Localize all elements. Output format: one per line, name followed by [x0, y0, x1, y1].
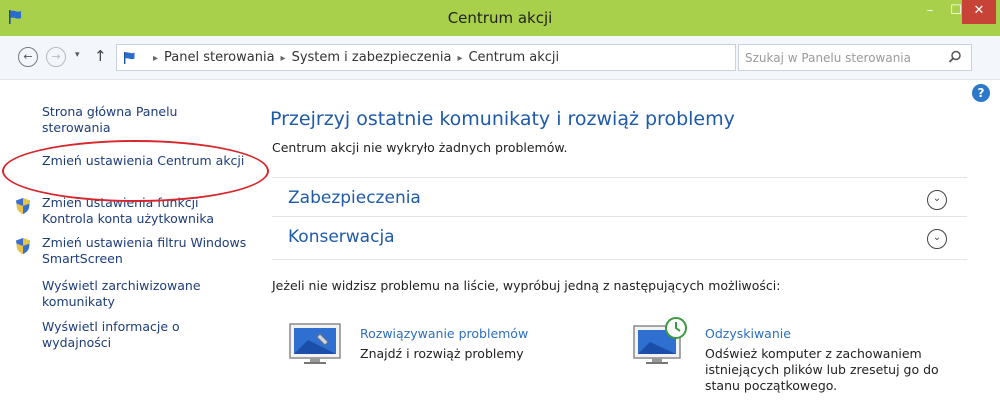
forward-button[interactable]: →	[46, 47, 66, 67]
sidebar-item-change-smartscreen-settings[interactable]: Zmień ustawienia filtru Windows SmartScr…	[42, 235, 247, 267]
search-input[interactable]	[745, 45, 935, 70]
recovery-link[interactable]: Odzyskiwanie	[705, 326, 791, 341]
breadcrumb-action-center[interactable]: Centrum akcji	[468, 50, 559, 65]
page-title: Przejrzyj ostatnie komunikaty i rozwiąż …	[270, 108, 735, 130]
divider	[272, 259, 967, 260]
breadcrumb-path: ▸ Panel sterowania ▸ System i zabezpieczeni…	[147, 45, 559, 70]
troubleshooting-link[interactable]: Rozwiązywanie problemów	[360, 326, 528, 341]
sidebar-item-control-panel-home[interactable]: Strona główna Panelu sterowania	[42, 104, 247, 136]
back-button[interactable]: ←	[18, 47, 38, 67]
breadcrumb-separator: ▸	[280, 53, 286, 64]
recovery-description: Odśwież komputer z zachowaniem istniejąc…	[705, 346, 939, 393]
minimize-button[interactable]: –	[917, 0, 943, 24]
control-panel-flag-icon	[124, 52, 135, 64]
chevron-down-icon[interactable]: ⌄	[927, 190, 947, 210]
section-maintenance[interactable]: Konserwacja ⌄	[272, 216, 967, 260]
troubleshooting-icon[interactable]	[288, 320, 344, 366]
title-bar: Centrum akcji – ☐ ✕	[0, 0, 1000, 36]
recovery-icon[interactable]	[632, 316, 692, 368]
status-message: Centrum akcji nie wykryło żadnych proble…	[272, 140, 568, 155]
uac-shield-icon	[16, 238, 30, 254]
breadcrumb[interactable]: ▸ Panel sterowania ▸ System i zabezpieczeni…	[116, 44, 830, 71]
window-title: Centrum akcji	[447, 9, 553, 27]
highlight-circle-annotation	[2, 140, 269, 202]
breadcrumb-separator: ▸	[457, 53, 463, 64]
breadcrumb-system-security[interactable]: System i zabezpieczenia	[292, 50, 452, 65]
sidebar: Strona główna Panelu sterowania Zmień us…	[0, 80, 255, 417]
sidebar-item-view-performance-info[interactable]: Wyświetl informacje o wydajności	[42, 319, 247, 351]
address-bar: ← → ▾ ↑ ▸ Panel sterowania ▸ System i zabez…	[0, 36, 1000, 80]
chevron-down-icon[interactable]: ⌄	[927, 229, 947, 249]
recent-locations-dropdown[interactable]: ▾	[75, 50, 80, 60]
section-maintenance-label: Konserwacja	[288, 227, 395, 247]
search-box[interactable]	[738, 44, 972, 71]
breadcrumb-control-panel[interactable]: Panel sterowania	[164, 50, 275, 65]
section-security-label: Zabezpieczenia	[288, 188, 421, 208]
uac-shield-icon	[16, 198, 30, 214]
search-icon[interactable]	[947, 49, 963, 65]
breadcrumb-separator: ▸	[153, 53, 159, 64]
sidebar-item-view-archived-messages[interactable]: Wyświetl zarchiwizowane komunikaty	[42, 278, 247, 310]
up-button[interactable]: ↑	[94, 47, 107, 65]
help-icon[interactable]: ?	[972, 84, 990, 102]
troubleshooting-description: Znajdź i rozwiąż problemy	[360, 346, 524, 361]
close-button[interactable]: ✕	[962, 0, 996, 24]
hint-text: Jeżeli nie widzisz problemu na liście, w…	[272, 278, 781, 293]
section-security[interactable]: Zabezpieczenia ⌄	[272, 177, 967, 221]
